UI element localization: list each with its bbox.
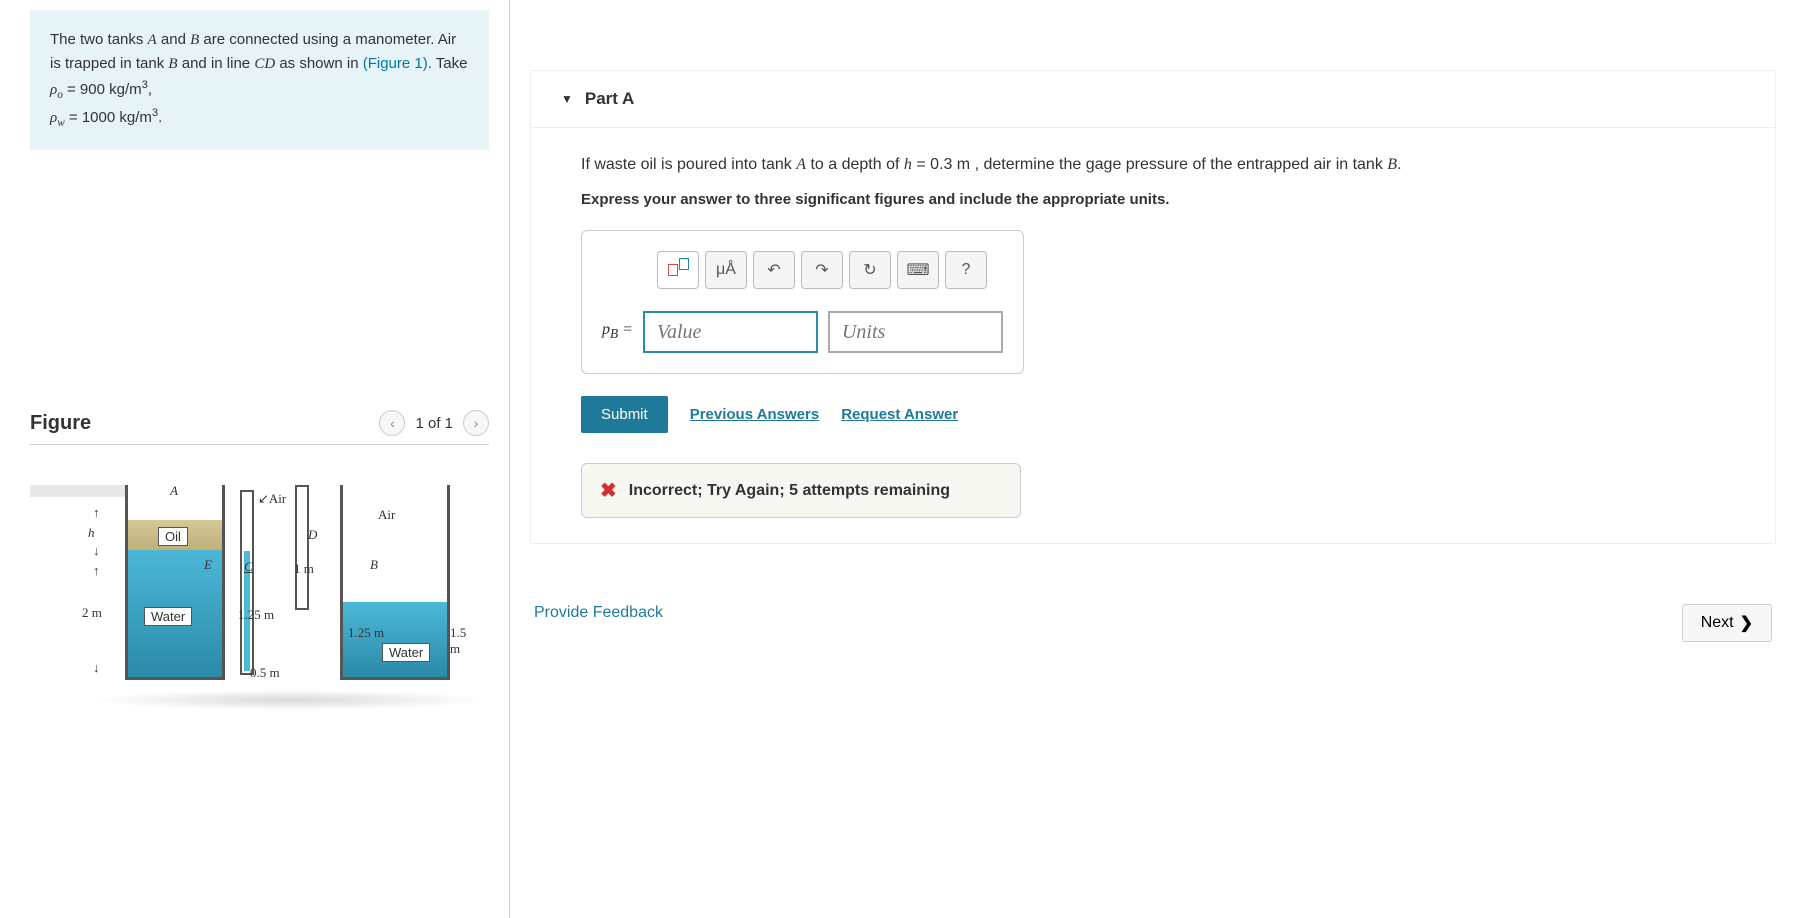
question-text: If waste oil is poured into tank A to a … — [581, 153, 1725, 177]
answer-variable-label: pB = — [602, 321, 633, 342]
provide-feedback-link[interactable]: Provide Feedback — [534, 604, 663, 642]
answer-panel: μÅ ↶ ↷ ↻ ⌨ ? pB = — [581, 230, 1024, 374]
previous-answers-link[interactable]: Previous Answers — [690, 406, 820, 423]
next-button[interactable]: Next ❯ — [1682, 604, 1772, 642]
help-button[interactable]: ? — [945, 251, 987, 289]
figure-next-button[interactable]: › — [463, 410, 489, 436]
reset-button[interactable]: ↻ — [849, 251, 891, 289]
figure-nav-label: 1 of 1 — [415, 415, 453, 432]
feedback-message: ✖ Incorrect; Try Again; 5 attempts remai… — [581, 463, 1021, 518]
templates-icon — [668, 264, 689, 276]
units-input[interactable] — [828, 311, 1003, 353]
part-a-toggle[interactable]: ▼ Part A — [531, 71, 1775, 128]
submit-button[interactable]: Submit — [581, 396, 668, 433]
units-symbols-button[interactable]: μÅ — [705, 251, 747, 289]
keyboard-button[interactable]: ⌨ — [897, 251, 939, 289]
chevron-right-icon: ❯ — [1740, 613, 1753, 633]
redo-icon: ↷ — [815, 260, 828, 280]
figure-title: Figure — [30, 412, 91, 435]
keyboard-icon: ⌨ — [906, 260, 929, 280]
reset-icon: ↻ — [863, 260, 876, 280]
problem-statement: The two tanks A and B are connected usin… — [30, 10, 489, 150]
undo-button[interactable]: ↶ — [753, 251, 795, 289]
figure-prev-button[interactable]: ‹ — [379, 410, 405, 436]
answer-instruction: Express your answer to three significant… — [581, 191, 1725, 208]
undo-icon: ↶ — [767, 260, 780, 280]
request-answer-link[interactable]: Request Answer — [841, 406, 958, 423]
redo-button[interactable]: ↷ — [801, 251, 843, 289]
figure-nav: ‹ 1 of 1 › — [379, 410, 489, 436]
incorrect-icon: ✖ — [600, 478, 617, 503]
figure-link[interactable]: (Figure 1) — [363, 55, 428, 72]
figure-diagram: A ↙Air Air Oil h E C D B Water Water 2 m… — [30, 485, 460, 715]
caret-down-icon: ▼ — [561, 92, 573, 106]
templates-button[interactable] — [657, 251, 699, 289]
part-a-title: Part A — [585, 89, 634, 109]
value-input[interactable] — [643, 311, 818, 353]
